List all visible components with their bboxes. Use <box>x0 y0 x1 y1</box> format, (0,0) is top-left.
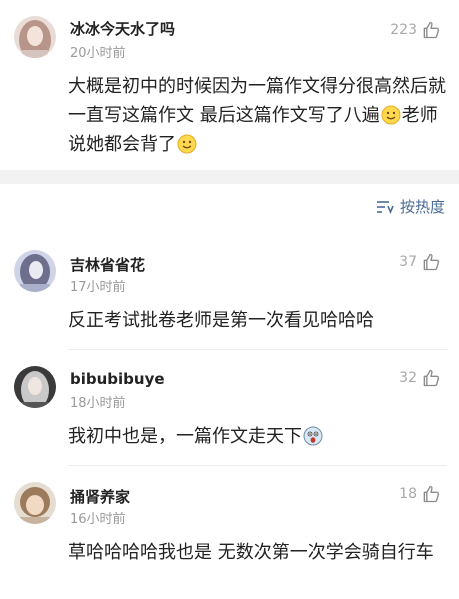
comment-separator <box>68 349 447 350</box>
comment-text: 我初中也是，一篇作文走天下 <box>68 422 447 451</box>
like-count: 18 <box>399 486 417 502</box>
comment-text: 大概是初中的时候因为一篇作文得分很高然后就一直写这篇作文 最后这篇作文写了八遍老… <box>68 76 446 155</box>
thumbs-up-icon <box>423 253 440 271</box>
section-divider <box>0 170 459 184</box>
thumbs-up-icon <box>423 485 440 503</box>
comment-time: 20小时前 <box>70 46 126 61</box>
comment-text: 草哈哈哈哈我也是 无数次第一次学会骑自行车 <box>68 542 434 563</box>
avatar[interactable] <box>14 366 56 408</box>
like-button[interactable]: 37 <box>399 252 441 272</box>
sort-label: 按热度 <box>399 198 445 216</box>
username[interactable]: bibubibuye <box>70 370 165 388</box>
smile-emoji-icon <box>381 105 401 125</box>
username[interactable]: 冰冰今天水了吗 <box>70 18 175 39</box>
thumbs-up-icon <box>423 21 440 39</box>
like-count: 223 <box>390 22 417 38</box>
username[interactable]: 吉林省省花 <box>70 254 145 275</box>
avatar[interactable] <box>14 16 56 58</box>
thumbs-up-icon <box>423 369 440 387</box>
avatar[interactable] <box>14 482 56 524</box>
comment-separator <box>68 465 447 466</box>
comment-time: 16小时前 <box>70 512 126 527</box>
avatar[interactable] <box>14 250 56 292</box>
comment-time: 17小时前 <box>70 280 126 295</box>
like-count: 32 <box>399 370 417 386</box>
scared-emoji-icon <box>303 426 323 446</box>
comment-text: 反正考试批卷老师是第一次看见哈哈哈 <box>68 310 374 331</box>
sort-by-hot-button[interactable]: 按热度 <box>376 196 445 217</box>
comment-time: 18小时前 <box>70 396 126 411</box>
like-button[interactable]: 18 <box>399 484 441 504</box>
username[interactable]: 捅肾养家 <box>70 486 130 507</box>
smile-emoji-icon <box>177 134 197 154</box>
like-count: 37 <box>399 254 417 270</box>
like-button[interactable]: 223 <box>390 20 441 40</box>
like-button[interactable]: 32 <box>399 368 441 388</box>
sort-icon <box>376 200 394 214</box>
